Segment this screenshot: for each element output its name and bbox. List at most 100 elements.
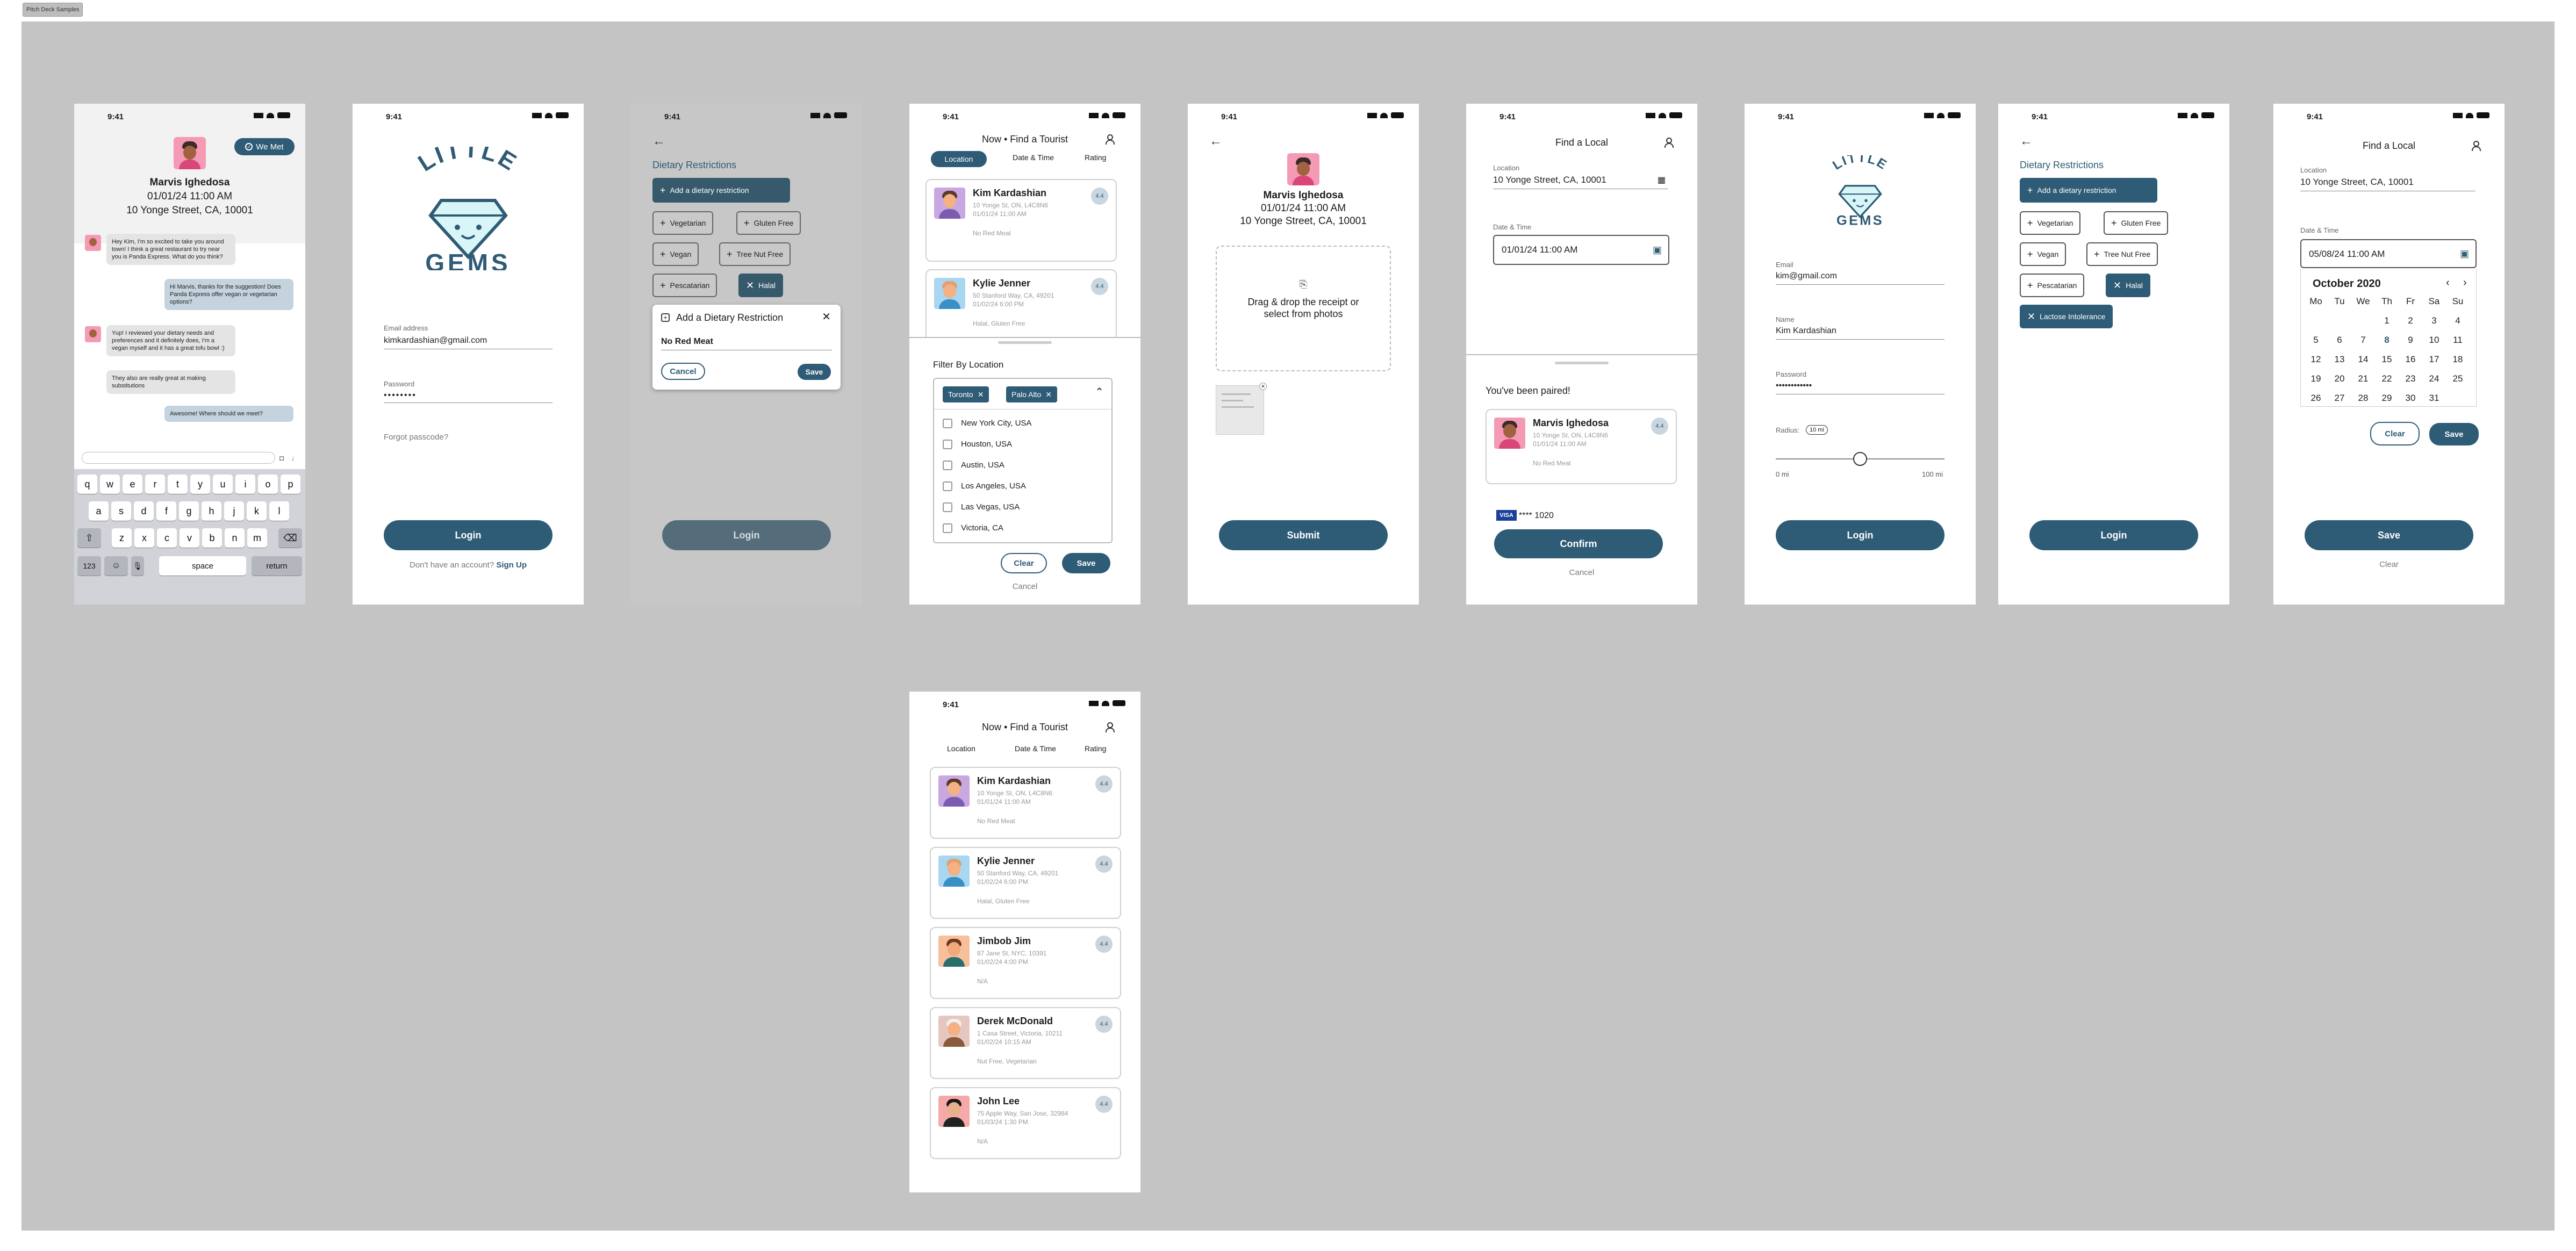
calendar-day[interactable]: 21 <box>2351 369 2375 389</box>
chip-halal[interactable]: ✕ Halal <box>2106 274 2150 297</box>
option-label[interactable]: Victoria, CA <box>961 523 1003 533</box>
calendar-day[interactable]: 27 <box>2328 389 2351 408</box>
tourist-card[interactable]: Kylie Jenner 50 Stanford Way, CA, 49201 01… <box>930 847 1121 919</box>
key[interactable]: e <box>123 474 142 494</box>
tourist-card[interactable]: Derek McDonald 1 Casa Street, Victoria, 1… <box>930 1007 1121 1079</box>
dictation-key[interactable]: 🎙 <box>131 556 144 576</box>
tab-date-time[interactable]: Date & Time <box>1013 153 1054 162</box>
login-button[interactable]: Login <box>384 520 552 550</box>
mic-icon[interactable]: ♩ <box>291 454 299 462</box>
chip-tree-nut-free[interactable]: + Tree Nut Free <box>719 242 791 266</box>
key[interactable]: m <box>247 528 267 548</box>
profile-icon[interactable] <box>1104 134 1115 145</box>
tourist-card[interactable]: John Lee 75 Apple Way, San Jose, 32984 01/… <box>930 1087 1121 1159</box>
calendar-day[interactable]: 5 <box>2304 330 2328 350</box>
back-arrow-icon[interactable]: ← <box>2020 135 2033 148</box>
profile-icon[interactable] <box>1104 722 1115 732</box>
chip-halal[interactable]: ✕ Halal <box>738 274 783 297</box>
tab-rating[interactable]: Rating <box>1085 744 1106 753</box>
key[interactable]: a <box>89 501 109 521</box>
tourist-card[interactable]: Jimbob Jim 87 Jane St, NYC, 10391 01/02/24… <box>930 927 1121 999</box>
save-button[interactable]: Save <box>2429 423 2479 445</box>
calendar-day[interactable]: 11 <box>2446 330 2470 350</box>
signup-link[interactable]: Sign Up <box>496 560 527 570</box>
cancel-button[interactable]: Cancel <box>661 363 705 380</box>
email-field[interactable]: kimkardashian@gmail.com <box>384 336 487 346</box>
calendar-day[interactable]: 13 <box>2328 350 2351 369</box>
confirm-button[interactable]: Confirm <box>1494 529 1663 558</box>
clear-button[interactable]: Clear <box>2370 422 2420 445</box>
checkbox[interactable] <box>943 523 952 533</box>
login-button[interactable]: Login <box>2029 520 2198 550</box>
chevron-left-icon[interactable]: ‹ <box>2446 277 2450 289</box>
chevron-right-icon[interactable]: › <box>2463 277 2467 289</box>
key[interactable]: g <box>179 501 199 521</box>
forgot-passcode-link[interactable]: Forgot passcode? <box>384 433 448 442</box>
camera-icon[interactable]: ◘ <box>279 454 284 462</box>
key[interactable]: r <box>145 474 165 494</box>
calendar-day[interactable]: 29 <box>2375 389 2399 408</box>
datetime-field[interactable]: 01/01/24 11:00 AM ▣ <box>1493 235 1669 265</box>
password-field[interactable]: •••••••• <box>384 391 417 400</box>
calendar-day[interactable]: 26 <box>2304 389 2328 408</box>
cancel-link[interactable]: Cancel <box>909 582 1140 591</box>
calendar-day[interactable]: 28 <box>2351 389 2375 408</box>
key[interactable]: h <box>202 501 221 521</box>
receipt-thumbnail[interactable]: ✕ <box>1216 383 1267 435</box>
key[interactable]: u <box>213 474 233 494</box>
calendar-day[interactable]: 9 <box>2399 330 2422 350</box>
profile-icon[interactable] <box>1663 137 1674 148</box>
tab-rating[interactable]: Rating <box>1085 153 1106 162</box>
space-key[interactable]: space <box>159 556 246 576</box>
key[interactable]: s <box>111 501 131 521</box>
tourist-card[interactable]: Kim Kardashian 10 Yonge St, ON, L4C8N6 01/… <box>930 767 1121 839</box>
key[interactable]: y <box>190 474 210 494</box>
delete-key[interactable]: ⌫ <box>278 528 302 548</box>
calendar-day[interactable]: 16 <box>2399 350 2422 369</box>
tourist-card[interactable]: Kim Kardashian 10 Yonge St, ON, L4C8N6 0… <box>925 179 1117 262</box>
clear-button[interactable]: Clear <box>1001 553 1047 573</box>
x-icon[interactable]: ✕ <box>1045 390 1052 399</box>
chip-vegan[interactable]: + Vegan <box>2020 242 2066 266</box>
checkbox[interactable] <box>943 419 952 428</box>
option-label[interactable]: Austin, USA <box>961 461 1004 470</box>
calendar-day[interactable]: 10 <box>2422 330 2446 350</box>
key[interactable]: z <box>112 528 132 548</box>
remove-icon[interactable]: ✕ <box>1259 383 1267 390</box>
sheet-grabber[interactable] <box>1555 362 1609 364</box>
calendar-day[interactable]: 14 <box>2351 350 2375 369</box>
location-field[interactable]: 10 Yonge Street, CA, 10001 <box>2300 177 2414 188</box>
chip-vegetarian[interactable]: + Vegetarian <box>2020 211 2081 235</box>
submit-button[interactable]: Submit <box>1219 520 1388 550</box>
chip-vegan[interactable]: + Vegan <box>652 242 699 266</box>
key[interactable]: x <box>134 528 154 548</box>
save-button[interactable]: Save <box>798 364 831 380</box>
tab-date-time[interactable]: Date & Time <box>1015 744 1056 753</box>
tab-location[interactable]: Location <box>947 744 975 753</box>
email-field[interactable]: kim@gmail.com <box>1776 271 1837 281</box>
option-label[interactable]: New York City, USA <box>961 419 1031 428</box>
key[interactable]: l <box>269 501 289 521</box>
shift-key[interactable]: ⇧ <box>77 528 101 548</box>
calendar-day[interactable]: 20 <box>2328 369 2351 389</box>
return-key[interactable]: return <box>252 556 302 576</box>
login-button[interactable]: Login <box>662 520 831 550</box>
calendar-day[interactable]: 30 <box>2399 389 2422 408</box>
key[interactable]: p <box>281 474 300 494</box>
map-icon[interactable]: ▦ <box>1657 175 1666 185</box>
chevron-up-icon[interactable]: ⌃ <box>1095 385 1104 399</box>
add-restriction-button[interactable]: + Add a dietary restriction <box>2020 178 2157 203</box>
chip-gluten-free[interactable]: + Gluten Free <box>2104 211 2169 235</box>
receipt-dropzone[interactable]: ⎘ Drag & drop the receipt or select from… <box>1216 246 1391 371</box>
calendar-day[interactable]: 19 <box>2304 369 2328 389</box>
login-button[interactable]: Login <box>1776 520 1944 550</box>
key[interactable]: v <box>180 528 199 548</box>
we-met-button[interactable]: ✓ We Met <box>234 138 295 155</box>
key[interactable]: w <box>100 474 120 494</box>
key[interactable]: k <box>247 501 267 521</box>
calendar-day[interactable]: 24 <box>2422 369 2446 389</box>
slider-thumb[interactable] <box>1853 452 1867 466</box>
paired-card[interactable]: Marvis Ighedosa 10 Yonge St, ON, L4C8N6 … <box>1486 409 1677 484</box>
password-field[interactable]: •••••••••••• <box>1776 381 1812 391</box>
checkbox[interactable] <box>943 502 952 512</box>
